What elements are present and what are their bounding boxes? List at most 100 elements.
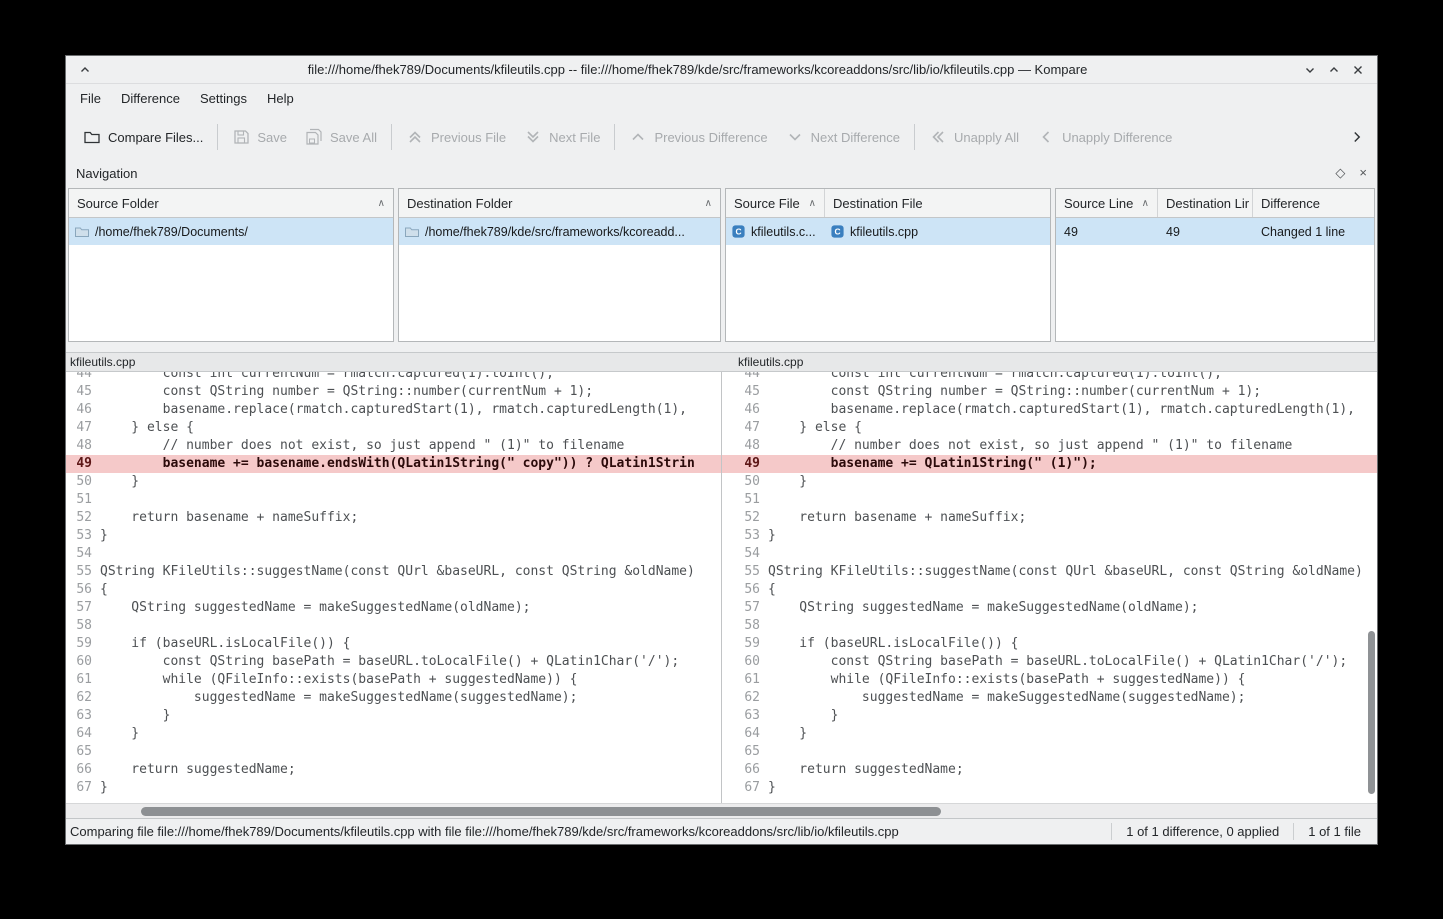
save-all-button[interactable]: Save All (296, 121, 386, 153)
unapply-all-button[interactable]: Unapply All (920, 121, 1028, 153)
destination-line-column-header[interactable]: Destination Lir (1158, 189, 1253, 217)
chevron-double-up-icon (406, 128, 424, 146)
destination-diff-pane[interactable]: 44 const int currentNum = rmatch.capture… (722, 372, 1377, 803)
line-number: 49 (66, 455, 100, 473)
toolbar-overflow-button[interactable] (1341, 125, 1369, 149)
line-number: 56 (66, 581, 100, 599)
previous-file-button[interactable]: Previous File (397, 121, 515, 153)
header-label: Difference (1261, 196, 1320, 211)
vertical-scrollbar[interactable] (1365, 372, 1377, 803)
code-text: while (QFileInfo::exists(basePath + sugg… (100, 671, 577, 689)
code-text: return suggestedName; (768, 761, 964, 779)
code-line: 51 (66, 491, 721, 509)
minimize-button[interactable] (1301, 61, 1319, 79)
source-folder-column-header[interactable]: Source Folder ∧ (69, 189, 393, 217)
navigation-tables: Source Folder ∧ /home/fhek789/Documents/ (66, 186, 1377, 346)
code-line: 58 (66, 617, 721, 635)
previous-difference-button[interactable]: Previous Difference (620, 121, 776, 153)
code-text: basename += basename.endsWith(QLatin1Str… (100, 455, 695, 473)
sort-ascending-icon: ∧ (803, 198, 816, 209)
line-number: 44 (722, 372, 768, 383)
horizontal-scrollbar[interactable] (66, 803, 1377, 818)
vertical-scrollbar-thumb[interactable] (1368, 631, 1375, 795)
code-text: { (100, 581, 108, 599)
previous-difference-label: Previous Difference (654, 130, 767, 145)
code-line: 60 const QString basePath = baseURL.toLo… (722, 653, 1377, 671)
lines-pane: Source Line ∧ Destination Lir Difference… (1055, 188, 1375, 342)
line-number: 45 (66, 383, 100, 401)
menu-item-difference[interactable]: Difference (111, 84, 190, 114)
header-label: Destination Lir (1166, 196, 1249, 211)
code-line: 50 } (722, 473, 1377, 491)
code-line: 56{ (66, 581, 721, 599)
line-number: 57 (66, 599, 100, 617)
line-number: 58 (722, 617, 768, 635)
lines-row[interactable]: 49 49 Changed 1 line (1056, 218, 1374, 245)
save-all-label: Save All (330, 130, 377, 145)
diff-changed-line[interactable]: 49 basename += QLatin1String(" (1)"); (722, 455, 1377, 473)
files-row[interactable]: C kfileutils.c... C kfileutils.cpp (726, 218, 1050, 245)
source-folder-list: /home/fhek789/Documents/ (69, 218, 393, 341)
line-number: 62 (722, 689, 768, 707)
code-line: 51 (722, 491, 1377, 509)
code-line: 57 QString suggestedName = makeSuggested… (66, 599, 721, 617)
code-line: 59 if (baseURL.isLocalFile()) { (722, 635, 1377, 653)
save-button[interactable]: Save (223, 121, 296, 153)
chevron-up-icon (79, 64, 91, 76)
code-line: 57 QString suggestedName = makeSuggested… (722, 599, 1377, 617)
kompare-window: file:///home/fhek789/Documents/kfileutil… (65, 55, 1378, 845)
next-file-button[interactable]: Next File (515, 121, 609, 153)
destination-file-name: kfileutils.cpp (850, 225, 918, 239)
close-panel-button[interactable]: × (1359, 165, 1367, 181)
code-text: // number does not exist, so just append… (768, 437, 1292, 455)
code-text: basename.replace(rmatch.capturedStart(1)… (100, 401, 687, 419)
source-file-column-header[interactable]: Source File ∧ (726, 189, 825, 217)
menu-item-settings[interactable]: Settings (190, 84, 257, 114)
code-line: 67} (722, 779, 1377, 797)
line-number: 47 (722, 419, 768, 437)
shade-button[interactable] (76, 61, 94, 79)
menu-item-help[interactable]: Help (257, 84, 304, 114)
menu-item-file[interactable]: File (70, 84, 111, 114)
folder-icon (404, 224, 420, 240)
compare-files-button[interactable]: Compare Files... (74, 121, 212, 153)
sort-ascending-icon: ∧ (1136, 198, 1149, 209)
float-panel-button[interactable]: ◇ (1335, 165, 1345, 181)
line-number: 50 (722, 473, 768, 491)
destination-file-column-header[interactable]: Destination File (825, 189, 1050, 217)
source-line-column-header[interactable]: Source Line ∧ (1056, 189, 1158, 217)
code-text: if (baseURL.isLocalFile()) { (768, 635, 1018, 653)
horizontal-scrollbar-thumb[interactable] (141, 807, 941, 816)
titlebar[interactable]: file:///home/fhek789/Documents/kfileutil… (66, 56, 1377, 84)
code-line: 64 } (66, 725, 721, 743)
source-folder-row[interactable]: /home/fhek789/Documents/ (69, 218, 393, 245)
chevron-double-down-icon (524, 128, 542, 146)
line-number: 55 (66, 563, 100, 581)
line-number: 61 (722, 671, 768, 689)
diff-changed-line[interactable]: 49 basename += basename.endsWith(QLatin1… (66, 455, 721, 473)
line-number: 62 (66, 689, 100, 707)
code-text: basename += QLatin1String(" (1)"); (768, 455, 1097, 473)
line-number: 46 (722, 401, 768, 419)
close-button[interactable] (1349, 61, 1367, 79)
destination-folder-row[interactable]: /home/fhek789/kde/src/frameworks/kcoread… (399, 218, 720, 245)
code-line: 46 basename.replace(rmatch.capturedStart… (66, 401, 721, 419)
line-number: 47 (66, 419, 100, 437)
unapply-difference-button[interactable]: Unapply Difference (1028, 121, 1181, 153)
line-number: 64 (66, 725, 100, 743)
file-status: 1 of 1 file (1293, 823, 1375, 841)
maximize-button[interactable] (1325, 61, 1343, 79)
next-difference-button[interactable]: Next Difference (777, 121, 909, 153)
code-text: QString suggestedName = makeSuggestedNam… (768, 599, 1198, 617)
difference-column-header[interactable]: Difference (1253, 189, 1374, 217)
destination-folder-column-header[interactable]: Destination Folder ∧ (399, 189, 720, 217)
code-line: 56{ (722, 581, 1377, 599)
line-number: 59 (66, 635, 100, 653)
previous-file-label: Previous File (431, 130, 506, 145)
code-line: 52 return basename + nameSuffix; (722, 509, 1377, 527)
line-number: 51 (722, 491, 768, 509)
source-diff-pane[interactable]: 44 const int currentNum = rmatch.capture… (66, 372, 722, 803)
code-line: 52 return basename + nameSuffix; (66, 509, 721, 527)
code-text: { (768, 581, 776, 599)
line-number: 44 (66, 372, 100, 383)
